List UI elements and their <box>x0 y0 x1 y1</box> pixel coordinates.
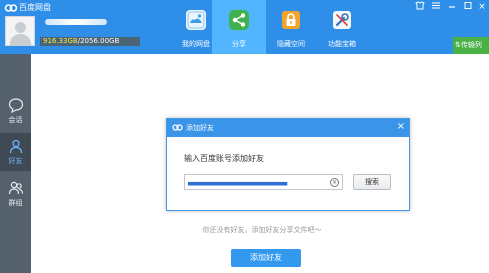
chat-icon <box>8 98 24 113</box>
sidebar-item-friends-label: 好友 <box>8 157 23 165</box>
top-bar: 百度网盘 × 916.33GB/2056.00GB 我的网盘 分享 隐藏空间 功… <box>0 0 489 54</box>
add-friend-dialog: 添加好友 × 输入百度账号添加好友 ▄▄▄▄▄▄▄▄▄▄▄▄▄▄▄▄▄▄▄▄▄▄… <box>166 118 410 211</box>
menu-icon[interactable] <box>429 1 443 13</box>
lock-icon <box>282 11 300 29</box>
account-input-value: ▄▄▄▄▄▄▄▄▄▄▄▄▄▄▄▄▄▄▄▄▄▄▄▄ <box>188 179 287 186</box>
sidebar-item-chat[interactable]: 会话 <box>0 92 31 130</box>
tab-share-label: 分享 <box>232 40 246 48</box>
close-window-button[interactable]: × <box>475 1 489 13</box>
transfer-label: 传输列 <box>460 41 482 49</box>
tab-share[interactable]: 分享 <box>212 0 266 54</box>
drive-icon <box>186 10 206 30</box>
account-input[interactable]: ▄▄▄▄▄▄▄▄▄▄▄▄▄▄▄▄▄▄▄▄▄▄▄▄ × <box>184 174 343 190</box>
tab-hidden-space[interactable]: 隐藏空间 <box>264 0 318 54</box>
avatar[interactable] <box>5 16 35 46</box>
tools-icon <box>333 11 351 29</box>
quota-total: /2056.00GB <box>77 37 120 45</box>
username-redacted <box>45 19 107 25</box>
sidebar-item-groups-label: 群组 <box>8 199 23 207</box>
minimize-icon[interactable] <box>445 1 459 13</box>
add-friend-button[interactable]: 添加好友 <box>231 249 301 267</box>
sidebar: 会话 好友 群组 <box>0 54 31 273</box>
dialog-title: 添加好友 <box>186 124 214 132</box>
tab-toolbox-label: 功能宝箱 <box>328 40 356 48</box>
share-icon <box>229 10 249 30</box>
maximize-icon[interactable] <box>461 1 475 13</box>
friend-icon <box>9 139 23 154</box>
cloud-logo-icon <box>4 4 18 12</box>
quota-used: 916.33GB <box>43 37 78 45</box>
skin-icon[interactable] <box>413 1 427 13</box>
transfer-list-button[interactable]: ⇅传输列 <box>453 37 489 54</box>
clear-input-icon[interactable]: × <box>330 178 339 187</box>
app-title: 百度网盘 <box>19 3 51 12</box>
storage-quota: 916.33GB/2056.00GB <box>40 37 140 46</box>
group-icon <box>8 181 24 195</box>
sidebar-item-friends[interactable]: 好友 <box>0 133 31 171</box>
sidebar-item-groups[interactable]: 群组 <box>0 175 31 213</box>
dialog-close-button[interactable]: × <box>397 121 405 133</box>
tab-toolbox[interactable]: 功能宝箱 <box>315 0 369 54</box>
search-button[interactable]: 搜索 <box>353 174 391 190</box>
dialog-prompt: 输入百度账号添加好友 <box>184 154 264 163</box>
tab-hidden-space-label: 隐藏空间 <box>277 40 305 48</box>
sidebar-item-chat-label: 会话 <box>8 116 23 124</box>
empty-state-text: 你还没有好友，添加好友分享文件吧～ <box>202 226 322 234</box>
cloud-logo-icon <box>172 124 183 131</box>
dialog-header: 添加好友 × <box>167 119 409 137</box>
